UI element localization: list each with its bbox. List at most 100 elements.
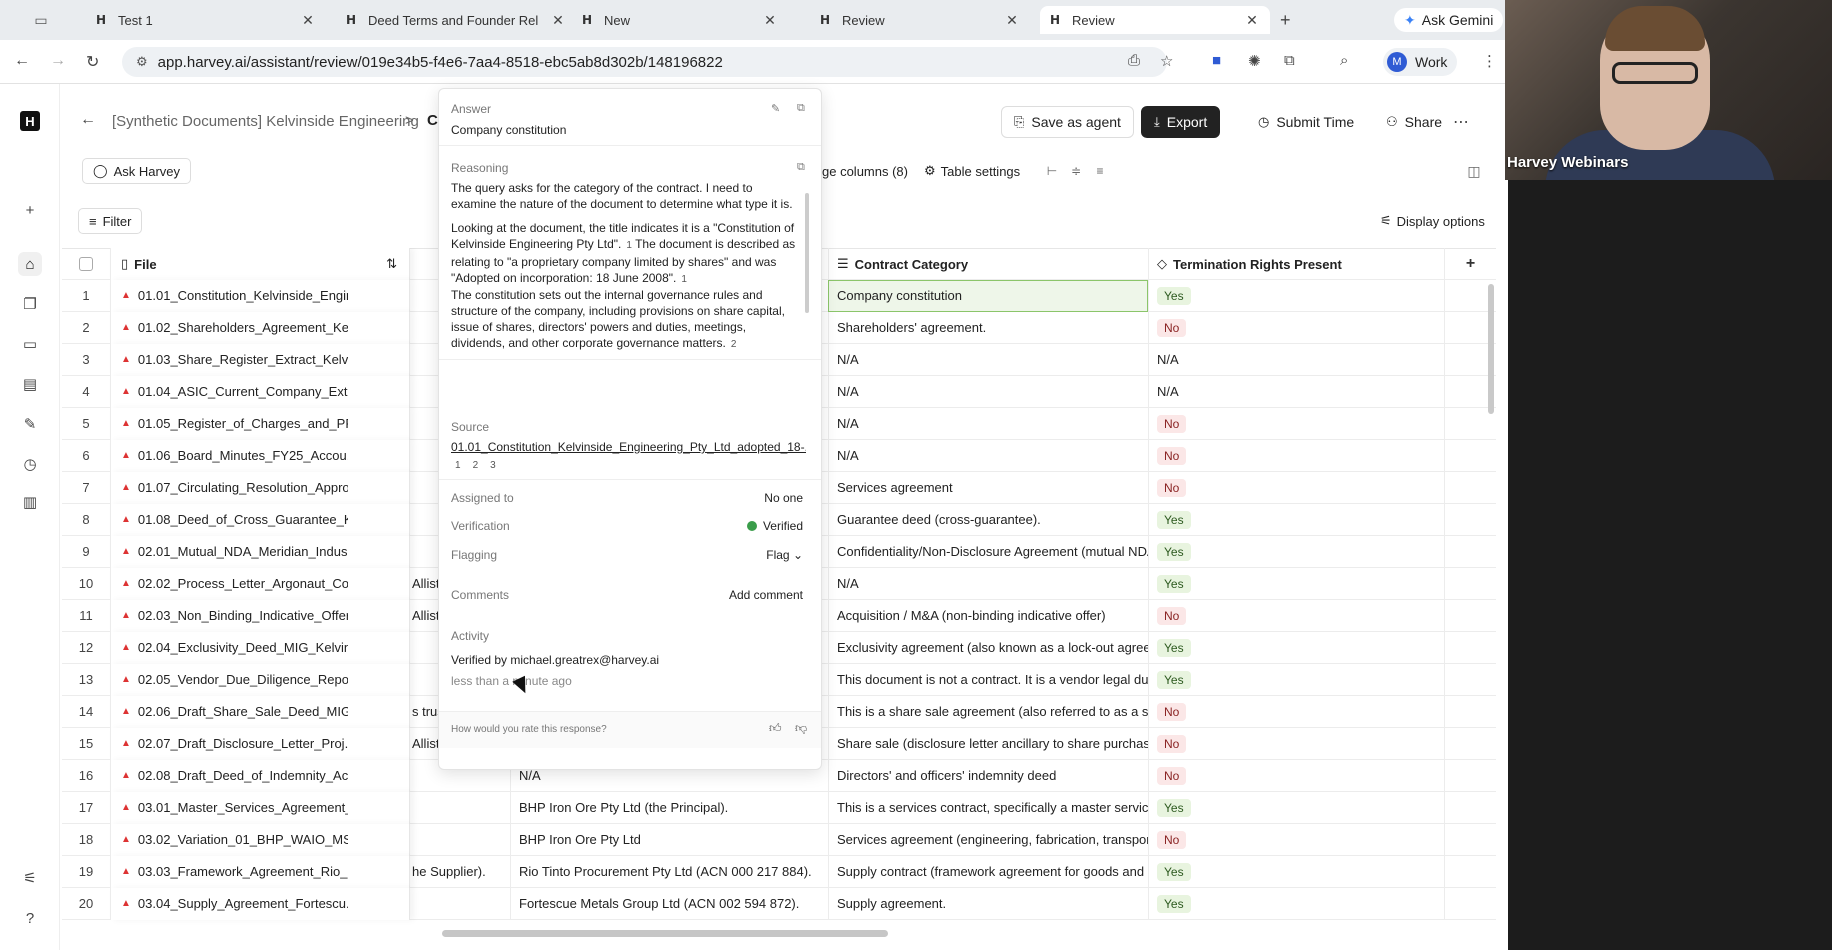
row-number[interactable]: 14: [62, 704, 110, 719]
select-all-checkbox[interactable]: [62, 257, 110, 271]
contract-category-cell[interactable]: N/A: [828, 439, 1148, 472]
row-number[interactable]: 11: [62, 608, 110, 623]
termination-cell[interactable]: No: [1148, 311, 1444, 344]
file-cell[interactable]: ▲ 01.01_Constitution_Kelvinside_Engin...: [110, 279, 410, 312]
contract-category-cell[interactable]: N/A: [828, 407, 1148, 440]
toggle-panel-icon[interactable]: ◫: [1462, 159, 1486, 183]
termination-cell[interactable]: No: [1148, 823, 1444, 856]
termination-cell[interactable]: No: [1148, 727, 1444, 760]
contract-category-cell[interactable]: Acquisition / M&A (non-binding indicativ…: [828, 599, 1148, 632]
thumbs-down-icon[interactable]: 👎︎: [795, 721, 807, 736]
new-tab-icon[interactable]: +: [1280, 10, 1291, 31]
termination-cell[interactable]: Yes: [1148, 279, 1444, 312]
termination-cell[interactable]: N/A: [1148, 343, 1444, 376]
termination-cell[interactable]: Yes: [1148, 855, 1444, 888]
vertical-scrollbar[interactable]: [1488, 284, 1494, 414]
contract-category-cell[interactable]: Guarantee deed (cross-guarantee).: [828, 503, 1148, 536]
citation-badge[interactable]: 2: [731, 337, 737, 353]
contract-category-cell[interactable]: Exclusivity agreement (also known as a l…: [828, 631, 1148, 664]
verification-status[interactable]: Verified: [746, 519, 803, 533]
export-button[interactable]: ⤓ Export: [1141, 106, 1221, 138]
contract-category-cell[interactable]: Services agreement: [828, 471, 1148, 504]
extension-gear-icon[interactable]: ✺: [1248, 52, 1261, 70]
tab-deed-terms[interactable]: H Deed Terms and Founder Rel ✕: [336, 6, 576, 34]
harvey-logo-icon[interactable]: H: [20, 111, 40, 131]
table-row[interactable]: 18 ▲ 03.02_Variation_01_BHP_WAIO_MS... BHP …: [62, 823, 1496, 856]
contract-category-cell[interactable]: N/A: [828, 375, 1148, 408]
file-cell[interactable]: ▲ 02.06_Draft_Share_Sale_Deed_MIG...: [110, 695, 410, 728]
column-header-file[interactable]: ▯ File ⇅: [110, 248, 410, 280]
sort-icon[interactable]: ⇅: [386, 256, 397, 272]
column-header-contract-category[interactable]: ☰ Contract Category: [828, 248, 1148, 280]
copy-icon[interactable]: ⧉: [797, 161, 805, 174]
add-comment-button[interactable]: Add comment: [729, 588, 803, 602]
tab-review-1[interactable]: H Review ✕: [810, 6, 1030, 34]
source-link[interactable]: 01.01_Constitution_Kelvinside_Engineerin…: [451, 440, 806, 454]
reload-icon[interactable]: ↻: [86, 52, 99, 72]
file-cell[interactable]: ▲ 02.02_Process_Letter_Argonaut_Co...: [110, 567, 410, 600]
termination-cell[interactable]: Yes: [1148, 791, 1444, 824]
tab-review-active[interactable]: H Review ✕: [1040, 6, 1270, 34]
workflows-icon[interactable]: ✎: [18, 412, 42, 436]
tab-test-1[interactable]: H Test 1 ✕: [86, 6, 326, 34]
file-cell[interactable]: ▲ 02.07_Draft_Disclosure_Letter_Proj...: [110, 727, 410, 760]
termination-cell[interactable]: Yes: [1148, 503, 1444, 536]
address-bar[interactable]: ⚙ app.harvey.ai/assistant/review/019e34b…: [122, 47, 1167, 77]
file-cell[interactable]: ▲ 01.05_Register_of_Charges_and_PP...: [110, 407, 410, 440]
row-number[interactable]: 12: [62, 640, 110, 655]
assistant-icon[interactable]: ❐: [18, 292, 42, 316]
termination-cell[interactable]: No: [1148, 471, 1444, 504]
file-cell[interactable]: ▲ 01.02_Shareholders_Agreement_Kel...: [110, 311, 410, 344]
row-number[interactable]: 4: [62, 384, 110, 399]
file-cell[interactable]: ▲ 03.01_Master_Services_Agreement_...: [110, 791, 410, 824]
profile-button[interactable]: M Work: [1383, 48, 1458, 76]
column-header-termination[interactable]: ◇ Termination Rights Present: [1148, 248, 1444, 280]
termination-cell[interactable]: No: [1148, 695, 1444, 728]
page-citation[interactable]: 3: [490, 460, 496, 471]
file-cell[interactable]: ▲ 03.03_Framework_Agreement_Rio_...: [110, 855, 410, 888]
row-number[interactable]: 10: [62, 576, 110, 591]
row-number[interactable]: 18: [62, 832, 110, 847]
assigned-value[interactable]: No one: [764, 491, 803, 505]
submit-time-button[interactable]: ◷ Submit Time: [1246, 106, 1367, 138]
row-number[interactable]: 3: [62, 352, 110, 367]
termination-cell[interactable]: Yes: [1148, 631, 1444, 664]
counterparty-cell[interactable]: BHP Iron Ore Pty Ltd (the Principal).: [510, 791, 828, 824]
ask-gemini-button[interactable]: ✦ Ask Gemini: [1394, 8, 1504, 32]
file-cell[interactable]: ▲ 03.02_Variation_01_BHP_WAIO_MS...: [110, 823, 410, 856]
site-info-icon[interactable]: ⚙: [136, 54, 148, 70]
row-number[interactable]: 9: [62, 544, 110, 559]
tab-sidebar-toggle-icon[interactable]: ▭: [28, 10, 54, 30]
add-column-icon[interactable]: +: [1444, 248, 1496, 280]
new-plus-icon[interactable]: +: [18, 198, 42, 222]
extension-icon[interactable]: ■: [1212, 52, 1221, 69]
table-row[interactable]: 17 ▲ 03.01_Master_Services_Agreement_... BH…: [62, 791, 1496, 824]
termination-cell[interactable]: Yes: [1148, 663, 1444, 696]
row-number[interactable]: 6: [62, 448, 110, 463]
row-number[interactable]: 5: [62, 416, 110, 431]
termination-cell[interactable]: N/A: [1148, 375, 1444, 408]
contract-category-cell[interactable]: Company constitution: [828, 279, 1148, 312]
termination-cell[interactable]: Yes: [1148, 567, 1444, 600]
ask-harvey-button[interactable]: ◯ Ask Harvey: [82, 158, 192, 184]
file-cell[interactable]: ▲ 02.05_Vendor_Due_Diligence_Repo...: [110, 663, 410, 696]
table-row[interactable]: 20 ▲ 03.04_Supply_Agreement_Fortescu... For…: [62, 887, 1496, 920]
contract-category-cell[interactable]: Supply agreement.: [828, 887, 1148, 920]
termination-cell[interactable]: Yes: [1148, 887, 1444, 920]
help-icon[interactable]: ?: [18, 906, 42, 930]
library-book-icon[interactable]: ▤: [18, 372, 42, 396]
panel-scrollbar[interactable]: [805, 193, 809, 313]
forward-arrow-icon[interactable]: →: [50, 52, 66, 70]
row-number[interactable]: 15: [62, 736, 110, 751]
page-citation[interactable]: 2: [473, 460, 479, 471]
wrap-text-icon[interactable]: ≡: [1088, 159, 1112, 183]
file-cell[interactable]: ▲ 01.08_Deed_of_Cross_Guarantee_K...: [110, 503, 410, 536]
close-icon[interactable]: ✕: [1004, 12, 1020, 29]
termination-cell[interactable]: No: [1148, 599, 1444, 632]
file-cell[interactable]: ▲ 01.06_Board_Minutes_FY25_Accou...: [110, 439, 410, 472]
align-left-icon[interactable]: ⊢: [1040, 159, 1064, 183]
thumbs-up-icon[interactable]: 👍︎: [769, 721, 782, 736]
contract-category-cell[interactable]: This is a services contract, specificall…: [828, 791, 1148, 824]
contract-category-cell[interactable]: Directors' and officers' indemnity deed: [828, 759, 1148, 792]
vault-folder-icon[interactable]: ▭: [18, 332, 42, 356]
